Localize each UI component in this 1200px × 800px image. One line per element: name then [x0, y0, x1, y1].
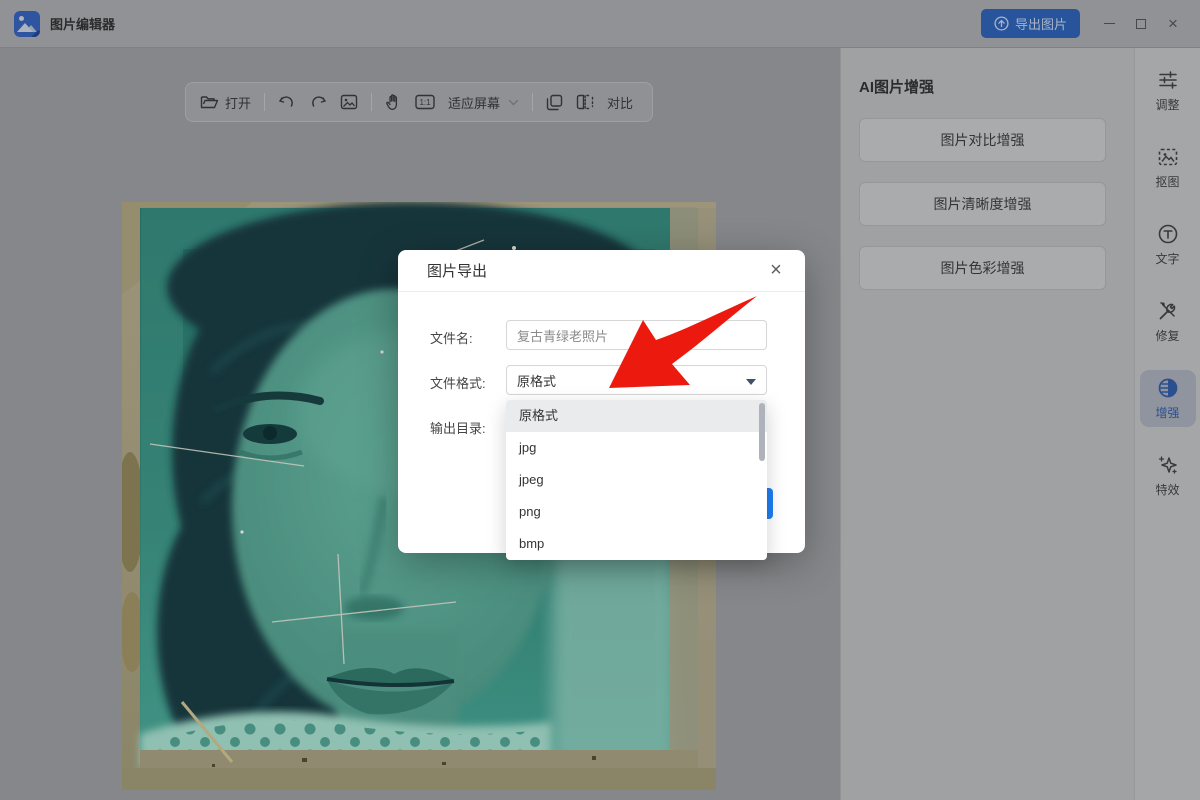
sidenav-label: 抠图 [1155, 173, 1179, 190]
compare-button[interactable]: 对比 [607, 93, 633, 112]
format-dropdown-list: 原格式 jpg jpeg png bmp [506, 400, 767, 560]
toolbar-divider [264, 93, 265, 111]
sidenav-label: 增强 [1155, 404, 1179, 421]
zoom-1to1-icon[interactable]: 1:1 [415, 94, 435, 110]
sliders-icon [1157, 69, 1179, 91]
dialog-close-icon[interactable]: × [763, 258, 789, 284]
panel-heading: AI图片增强 [859, 76, 1112, 97]
open-button[interactable]: 打开 [200, 93, 251, 112]
chevron-down-icon [508, 99, 519, 106]
format-select-value: 原格式 [517, 371, 556, 390]
compare-label: 对比 [607, 93, 633, 112]
hand-tool-icon[interactable] [385, 93, 402, 111]
format-label: 文件格式: [430, 373, 486, 392]
dropdown-option-png[interactable]: png [506, 496, 767, 528]
ai-enhance-panel: AI图片增强 图片对比增强 图片清晰度增强 图片色彩增强 [840, 48, 1134, 800]
sidenav-item-cutout[interactable]: 抠图 [1140, 139, 1196, 196]
sidenav-item-effects[interactable]: 特效 [1140, 447, 1196, 504]
undo-icon[interactable] [278, 94, 296, 110]
split-compare-icon[interactable] [576, 94, 594, 110]
duplicate-icon[interactable] [546, 94, 563, 111]
dropdown-scrollbar[interactable] [759, 403, 765, 461]
clarity-enhance-button[interactable]: 图片清晰度增强 [859, 182, 1106, 226]
close-window-icon[interactable]: × [1162, 13, 1184, 35]
dropdown-option-bmp[interactable]: bmp [506, 528, 767, 560]
sidenav-item-text[interactable]: 文字 [1140, 216, 1196, 273]
folder-open-icon [200, 94, 219, 110]
right-sidenav: 调整 抠图 文字 修复 增强 [1134, 48, 1200, 800]
image-icon[interactable] [340, 94, 358, 110]
upload-icon [994, 16, 1009, 31]
filename-label: 文件名: [430, 328, 473, 347]
dropdown-option-original[interactable]: 原格式 [506, 400, 767, 432]
sidenav-item-adjust[interactable]: 调整 [1140, 62, 1196, 119]
format-select[interactable]: 原格式 [506, 365, 767, 395]
dropdown-option-jpg[interactable]: jpg [506, 432, 767, 464]
editor-toolbar: 打开 1:1 [185, 82, 653, 122]
export-button-label: 导出图片 [1015, 14, 1067, 33]
maximize-icon[interactable] [1130, 13, 1152, 35]
dropdown-option-jpeg[interactable]: jpeg [506, 464, 767, 496]
titlebar: 图片编辑器 导出图片 × [0, 0, 1200, 48]
sidenav-label: 特效 [1155, 481, 1179, 498]
sidenav-item-repair[interactable]: 修复 [1140, 293, 1196, 350]
toolbar-divider [532, 93, 533, 111]
cutout-icon [1157, 146, 1179, 168]
zoom-badge-text: 1:1 [419, 98, 431, 107]
toolbar-divider [371, 93, 372, 111]
enhance-icon [1157, 377, 1179, 399]
sidenav-label: 修复 [1155, 327, 1179, 344]
repair-icon [1157, 300, 1179, 322]
open-label: 打开 [225, 93, 251, 112]
app-logo-icon [14, 11, 40, 37]
fit-screen-label: 适应屏幕 [448, 93, 500, 112]
sidenav-label: 调整 [1155, 96, 1179, 113]
dialog-header: 图片导出 × [398, 250, 805, 292]
dialog-title: 图片导出 [427, 260, 487, 281]
redo-icon[interactable] [309, 94, 327, 110]
minimize-icon[interactable] [1098, 13, 1120, 35]
window-controls: × [1098, 13, 1184, 35]
filename-input[interactable] [506, 320, 767, 350]
output-dir-label: 输出目录: [430, 418, 486, 437]
color-enhance-button[interactable]: 图片色彩增强 [859, 246, 1106, 290]
sidenav-label: 文字 [1155, 250, 1179, 267]
fit-screen-dropdown[interactable]: 适应屏幕 [448, 93, 519, 112]
app-title: 图片编辑器 [50, 14, 115, 33]
effects-icon [1157, 454, 1179, 476]
text-icon [1157, 223, 1179, 245]
sidenav-item-enhance[interactable]: 增强 [1140, 370, 1196, 427]
export-image-button[interactable]: 导出图片 [981, 9, 1080, 38]
select-caret-icon [746, 379, 756, 385]
contrast-enhance-button[interactable]: 图片对比增强 [859, 118, 1106, 162]
